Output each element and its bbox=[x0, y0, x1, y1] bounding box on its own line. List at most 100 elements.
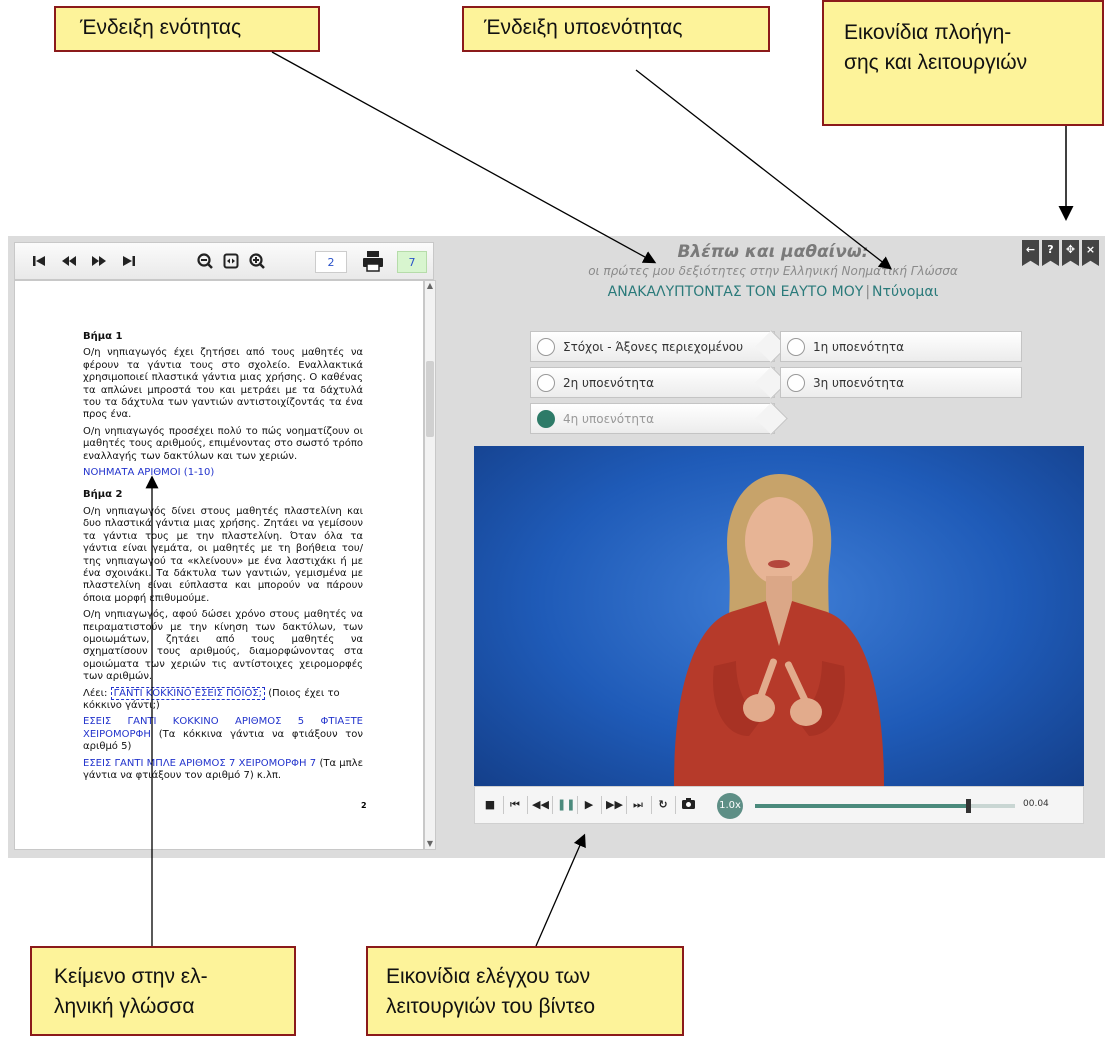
says-label: Λέει: bbox=[83, 687, 108, 699]
scrollbar-thumb[interactable] bbox=[426, 361, 434, 437]
video-progress-handle[interactable] bbox=[966, 799, 972, 813]
example-1: ΕΣΕΙΣ ΓΑΝΤΙ ΚΟΚΚΙΝΟ ΑΡΙΘΜΟΣ 5 ΦΤΙΑΞΤΕ ΧΕ… bbox=[83, 716, 363, 753]
callout-section-text: Ένδειξη ενότητας bbox=[80, 16, 242, 39]
divider bbox=[675, 796, 676, 814]
tab-subsection-3[interactable]: 3η υποενότητα bbox=[780, 367, 1022, 398]
printer-icon bbox=[363, 251, 383, 272]
next-page-button[interactable] bbox=[89, 251, 109, 271]
step1-paragraph-2: Ο/η νηπιαγωγός προσέχει πολύ το πώς νοημ… bbox=[83, 425, 363, 462]
rewind-icon[interactable]: ◀◀ bbox=[532, 798, 549, 812]
section-separator: | bbox=[865, 284, 871, 300]
total-pages: 7 bbox=[397, 251, 427, 273]
callout-video: Εικονίδια ελέγχου των λειτουργιών του βί… bbox=[366, 946, 684, 1036]
divider bbox=[651, 796, 652, 814]
fast-forward-icon[interactable]: ▶▶ bbox=[606, 798, 623, 812]
first-page-button[interactable] bbox=[29, 251, 49, 271]
arrow-section bbox=[271, 51, 657, 264]
stop-icon[interactable]: ■ bbox=[483, 798, 497, 812]
zoom-in-button[interactable] bbox=[247, 251, 267, 271]
divider bbox=[527, 796, 528, 814]
video-time: 00.04 bbox=[1023, 799, 1049, 809]
page-number-input[interactable]: 2 bbox=[315, 251, 347, 273]
example-2: ΕΣΕΙΣ ΓΑΝΤΙ ΜΠΛΕ ΑΡΙΘΜΟΣ 7 ΧΕΙΡΟΜΟΡΦΗ 7 … bbox=[83, 758, 363, 783]
step2-paragraph-1: Ο/η νηπιαγωγός δίνει στους μαθητές πλαστ… bbox=[83, 505, 363, 604]
previous-page-button[interactable] bbox=[59, 251, 79, 271]
divider bbox=[577, 796, 578, 814]
print-button[interactable] bbox=[361, 249, 385, 273]
section-name: ΑΝΑΚΑΛΥΠΤΟΝΤΑΣ ΤΟΝ ΕΑΥΤΟ ΜΟΥ bbox=[607, 284, 864, 300]
course-subtitle: οι πρώτες μου δεξιότητες στην Ελληνική Ν… bbox=[588, 264, 958, 278]
fit-page-button[interactable] bbox=[221, 251, 241, 271]
callout-navigation-line2: σης και λειτουργιών bbox=[844, 51, 1028, 74]
callout-video-line2: λειτουργιών του βίντεο bbox=[386, 995, 596, 1018]
callout-text: Κείμενο στην ελ- ληνική γλώσσα bbox=[30, 946, 296, 1036]
course-title: Βλέπω και μαθαίνω: bbox=[677, 242, 869, 262]
callout-text-line2: ληνική γλώσσα bbox=[54, 995, 195, 1018]
section-indicator: ΑΝΑΚΑΛΥΠΤΟΝΤΑΣ ΤΟΝ ΕΑΥΤΟ ΜΟΥ | Ντύνομαι bbox=[448, 284, 1098, 300]
skip-end-icon[interactable]: ⏭ bbox=[631, 798, 645, 812]
back-icon[interactable]: ← bbox=[1022, 240, 1039, 266]
pause-icon[interactable]: ❚❚ bbox=[557, 798, 575, 812]
divider bbox=[626, 796, 627, 814]
callout-navigation-line1: Εικονίδια πλοήγη- bbox=[844, 21, 1012, 44]
last-page-button[interactable] bbox=[119, 251, 139, 271]
callout-subsection-text: Ένδειξη υποενότητας bbox=[484, 16, 683, 39]
tab-subsection-3-label: 3η υποενότητα bbox=[813, 375, 905, 390]
camera-icon[interactable] bbox=[681, 798, 695, 812]
tab-subsection-4-label: 4η υποενότητα bbox=[563, 411, 655, 426]
greek-text: Βήμα 1 Ο/η νηπιαγωγός έχει ζητήσει από τ… bbox=[83, 331, 363, 786]
skip-start-icon[interactable]: ⏮ bbox=[508, 798, 522, 812]
tab-subsection-1-label: 1η υποενότητα bbox=[813, 339, 905, 354]
help-icon[interactable]: ? bbox=[1042, 240, 1059, 266]
step1-title: Βήμα 1 bbox=[83, 331, 123, 342]
close-icon[interactable]: × bbox=[1082, 240, 1099, 266]
scroll-down-icon[interactable]: ▼ bbox=[425, 839, 435, 849]
play-icon[interactable]: ▶ bbox=[582, 798, 596, 812]
says-sign-link[interactable]: ΓΑΝΤΙ ΚΟΚΚΙΝΟ ΕΣΕΙΣ ΠΟΙΟΣ; bbox=[110, 686, 266, 700]
sign-language-video[interactable] bbox=[474, 446, 1084, 786]
video-controls: ■ ⏮ ◀◀ ❚❚ ▶ ▶▶ ⏭ ↻ 1.0x 00.04 bbox=[474, 786, 1084, 824]
last-page-icon bbox=[123, 256, 135, 266]
callout-video-line1: Εικονίδια ελέγχου των bbox=[386, 965, 591, 988]
says-line: Λέει: ΓΑΝΤΙ ΚΟΚΚΙΝΟ ΕΣΕΙΣ ΠΟΙΟΣ; (Ποιος … bbox=[83, 686, 363, 713]
divider bbox=[503, 796, 504, 814]
video-progress-bar[interactable] bbox=[755, 799, 1015, 813]
reader-page: Βήμα 1 Ο/η νηπιαγωγός έχει ζητήσει από τ… bbox=[14, 280, 424, 850]
divider bbox=[601, 796, 602, 814]
callout-section: Ένδειξη ενότητας bbox=[54, 6, 320, 52]
example-2-sign-link[interactable]: ΕΣΕΙΣ ΓΑΝΤΙ ΜΠΛΕ ΑΡΙΘΜΟΣ 7 ΧΕΙΡΟΜΟΡΦΗ 7 bbox=[83, 758, 316, 769]
reader-scrollbar[interactable]: ▲ ▼ bbox=[424, 280, 436, 850]
step1-paragraph-1: Ο/η νηπιαγωγός έχει ζητήσει από τους μαθ… bbox=[83, 347, 363, 421]
scroll-up-icon[interactable]: ▲ bbox=[425, 281, 435, 291]
reader-toolbar: 2 7 bbox=[14, 242, 434, 280]
replay-icon[interactable]: ↻ bbox=[656, 798, 670, 812]
callout-subsection: Ένδειξη υποενότητας bbox=[462, 6, 770, 52]
zoom-in-icon bbox=[249, 253, 265, 269]
tab-subsection-4-radio bbox=[537, 409, 555, 428]
move-icon[interactable]: ✥ bbox=[1062, 240, 1079, 266]
playback-speed-button[interactable]: 1.0x bbox=[717, 793, 743, 819]
chevron-right-icon bbox=[755, 402, 788, 435]
signer-figure bbox=[674, 474, 884, 786]
zoom-out-button[interactable] bbox=[195, 251, 215, 271]
step2-title: Βήμα 2 bbox=[83, 489, 123, 501]
zoom-out-icon bbox=[197, 253, 213, 269]
tab-subsection-2[interactable]: 2η υποενότητα bbox=[530, 366, 788, 399]
tab-subsection-1-radio bbox=[787, 337, 805, 356]
tab-goals[interactable]: Στόχοι - Άξονες περιεχομένου bbox=[530, 330, 788, 363]
video-progress-fill bbox=[755, 804, 969, 808]
tab-subsection-4[interactable]: 4η υποενότητα bbox=[530, 402, 788, 435]
fast-forward-icon bbox=[92, 256, 106, 266]
app-window: 2 7 Βήμα 1 Ο/η νηπιαγωγός έχει ζητήσει α… bbox=[8, 236, 1105, 858]
tab-goals-label: Στόχοι - Άξονες περιεχομένου bbox=[563, 339, 744, 354]
page-footer-number: 2 bbox=[361, 801, 367, 810]
tab-subsection-2-radio bbox=[537, 373, 555, 392]
step2-paragraph-2: Ο/η νηπιαγωγός, αφού δώσει χρόνο στους μ… bbox=[83, 609, 363, 683]
subsection-name: Ντύνομαι bbox=[872, 284, 939, 300]
tab-subsection-3-radio bbox=[787, 373, 805, 392]
tab-subsection-2-label: 2η υποενότητα bbox=[563, 375, 655, 390]
fit-page-icon bbox=[223, 253, 239, 269]
step1-sign-link[interactable]: ΝΟΗΜΑΤΑ ΑΡΙΘΜΟΙ (1-10) bbox=[83, 467, 363, 479]
camera-glyph bbox=[681, 798, 695, 809]
tab-subsection-1[interactable]: 1η υποενότητα bbox=[780, 331, 1022, 362]
